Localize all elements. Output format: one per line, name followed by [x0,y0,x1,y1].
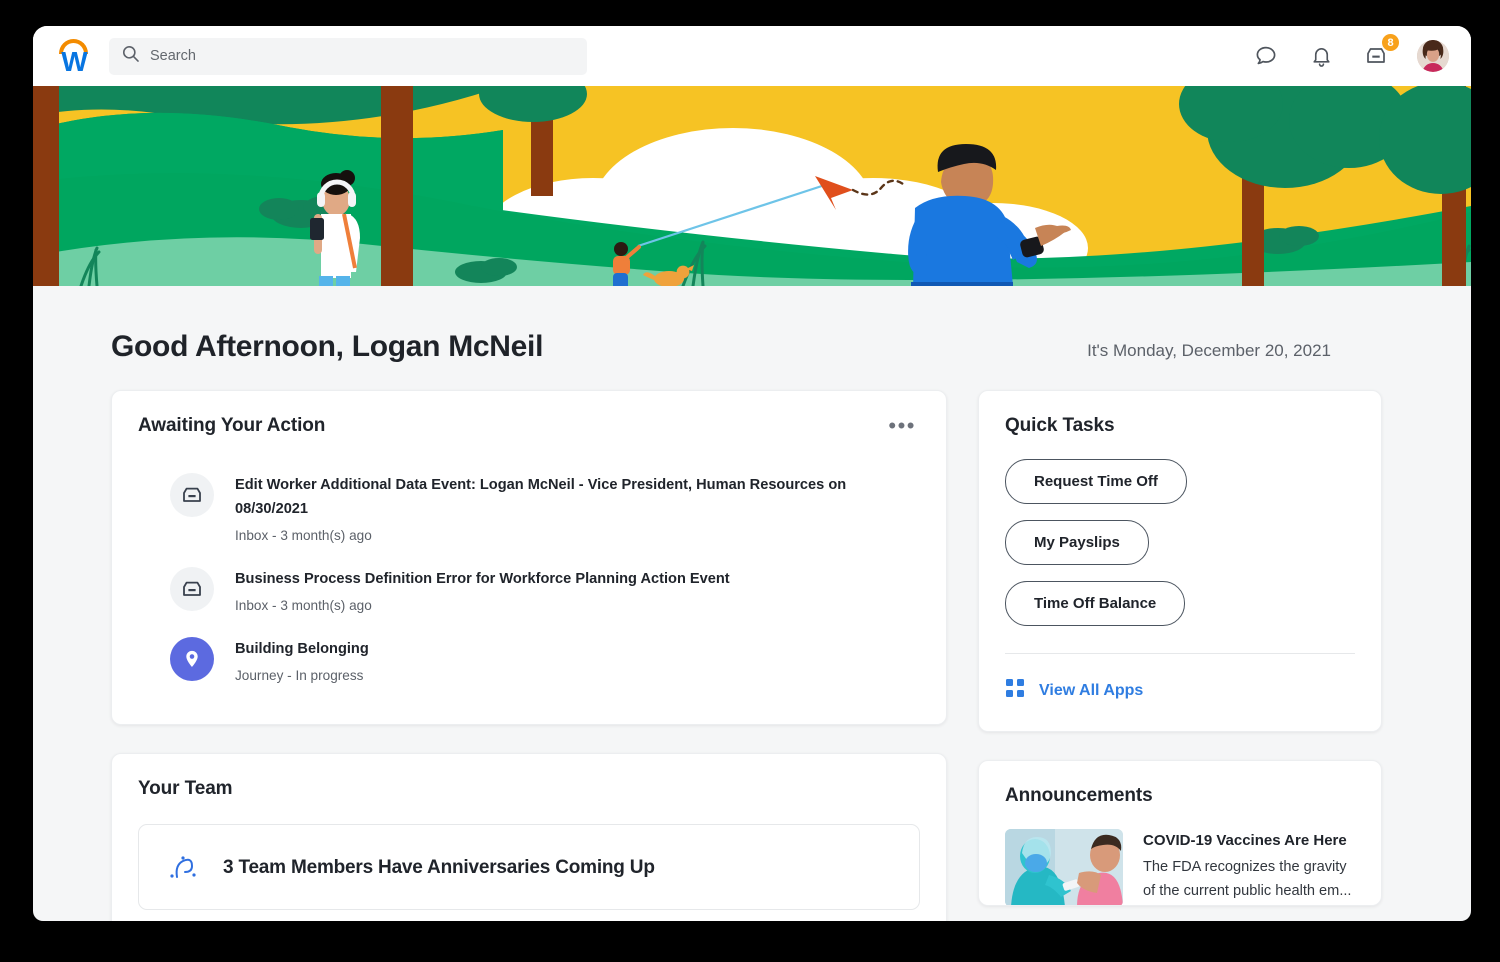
app-window: W [33,26,1471,921]
inbox-icon[interactable]: 8 [1362,42,1390,70]
hero-banner-illustration [33,86,1471,286]
workday-logo-letter: W [53,49,95,75]
anniversary-celebration-icon [163,851,203,885]
workday-logo-icon[interactable]: W [53,34,95,78]
page-body: Good Afternoon, Logan McNeil It's Monday… [33,286,1471,921]
view-all-apps-link[interactable]: View All Apps [1005,678,1355,703]
avatar[interactable] [1417,40,1449,72]
grid-apps-icon [1005,678,1025,703]
your-team-card-title: Your Team [138,778,920,800]
action-list: Edit Worker Additional Data Event: Logan… [138,460,920,694]
announcement-description: The FDA recognizes the gravity of the cu… [1143,855,1355,903]
quick-tasks-card: Quick Tasks Request Time Off My Payslips… [978,390,1382,732]
list-item[interactable]: Business Process Definition Error for Wo… [138,554,920,624]
announcements-card: Announcements [978,760,1382,906]
search-icon [121,44,140,68]
announcement-title: COVID-19 Vaccines Are Here [1143,830,1355,851]
announcements-card-title: Announcements [1005,785,1355,807]
chat-bubble-icon[interactable] [1252,42,1280,70]
list-item-title: Edit Worker Additional Data Event: Logan… [235,473,875,521]
map-pin-icon [170,637,214,681]
awaiting-card-title: Awaiting Your Action [138,415,325,437]
inbox-badge-count: 8 [1381,33,1400,52]
list-item-text: Business Process Definition Error for Wo… [235,565,730,613]
vaccination-photo [1005,829,1123,906]
divider [1005,653,1355,654]
request-time-off-button[interactable]: Request Time Off [1005,459,1187,504]
header-actions: 8 [1252,40,1449,72]
announcement-body: COVID-19 Vaccines Are Here The FDA recog… [1143,829,1355,906]
dashboard-grid: Awaiting Your Action ••• [111,390,1393,921]
overflow-menu-icon[interactable]: ••• [884,415,920,437]
hero-svg [33,86,1471,286]
list-item-text: Edit Worker Additional Data Event: Logan… [235,471,875,543]
page-title: Good Afternoon, Logan McNeil [111,330,543,364]
view-all-apps-label: View All Apps [1039,682,1143,700]
main-column: Awaiting Your Action ••• [111,390,947,921]
bell-icon[interactable] [1307,42,1335,70]
list-item-title: Building Belonging [235,637,369,661]
global-header: W [33,26,1471,86]
search-input[interactable] [150,48,575,64]
my-payslips-button[interactable]: My Payslips [1005,520,1149,565]
quick-tasks-card-title: Quick Tasks [1005,415,1355,437]
inbox-icon [170,567,214,611]
time-off-balance-button[interactable]: Time Off Balance [1005,581,1185,626]
list-item[interactable]: Building Belonging Journey - In progress [138,624,920,694]
quick-tasks-buttons: Request Time Off My Payslips Time Off Ba… [1005,459,1355,626]
announcement-item[interactable]: COVID-19 Vaccines Are Here The FDA recog… [1005,829,1355,906]
side-column: Quick Tasks Request Time Off My Payslips… [978,390,1382,906]
your-team-card: Your Team 3 Team Members Have Ann [111,753,947,921]
search-input-wrapper[interactable] [109,38,587,75]
list-item-title: Business Process Definition Error for Wo… [235,567,730,591]
awaiting-your-action-card: Awaiting Your Action ••• [111,390,947,725]
current-date-label: It's Monday, December 20, 2021 [1087,341,1393,361]
greeting-row: Good Afternoon, Logan McNeil It's Monday… [111,286,1393,390]
device-frame: W [0,0,1500,962]
awaiting-card-header: Awaiting Your Action ••• [138,415,920,437]
team-anniversary-row[interactable]: 3 Team Members Have Anniversaries Coming… [138,824,920,910]
list-item-subtitle: Inbox - 3 month(s) ago [235,598,730,613]
list-item[interactable]: Edit Worker Additional Data Event: Logan… [138,460,920,554]
team-anniversary-title: 3 Team Members Have Anniversaries Coming… [223,857,655,879]
list-item-subtitle: Journey - In progress [235,668,369,683]
inbox-icon [170,473,214,517]
list-item-subtitle: Inbox - 3 month(s) ago [235,528,875,543]
list-item-text: Building Belonging Journey - In progress [235,635,369,683]
